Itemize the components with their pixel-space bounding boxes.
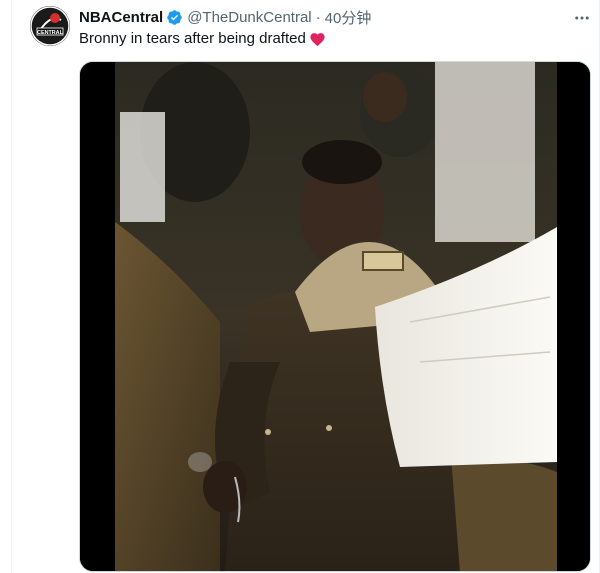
video-media[interactable]	[79, 61, 591, 572]
tweet-header: NBACentral @TheDunkCentral · 40分钟	[79, 7, 371, 27]
avatar[interactable]: CENTRAL	[30, 6, 70, 46]
user-handle[interactable]: @TheDunkCentral	[187, 9, 311, 26]
tweet-text-body: Bronny in tears after being drafted	[79, 30, 306, 47]
nba-central-logo-icon: CENTRAL	[30, 6, 70, 46]
more-horizontal-icon	[575, 16, 589, 20]
header-separator: ·	[315, 8, 321, 26]
video-frame	[80, 62, 590, 571]
red-heart-icon	[310, 32, 325, 46]
more-button[interactable]	[572, 8, 592, 28]
avatar-logo-text: CENTRAL	[37, 30, 63, 36]
tweet-text: Bronny in tears after being drafted	[79, 29, 326, 49]
tweet-card[interactable]: CENTRAL NBACentral @TheDunkCentral · 40分…	[0, 0, 600, 573]
verified-badge-icon	[167, 9, 182, 25]
display-name[interactable]: NBACentral	[79, 9, 163, 26]
timestamp[interactable]: 40分钟	[325, 7, 372, 28]
